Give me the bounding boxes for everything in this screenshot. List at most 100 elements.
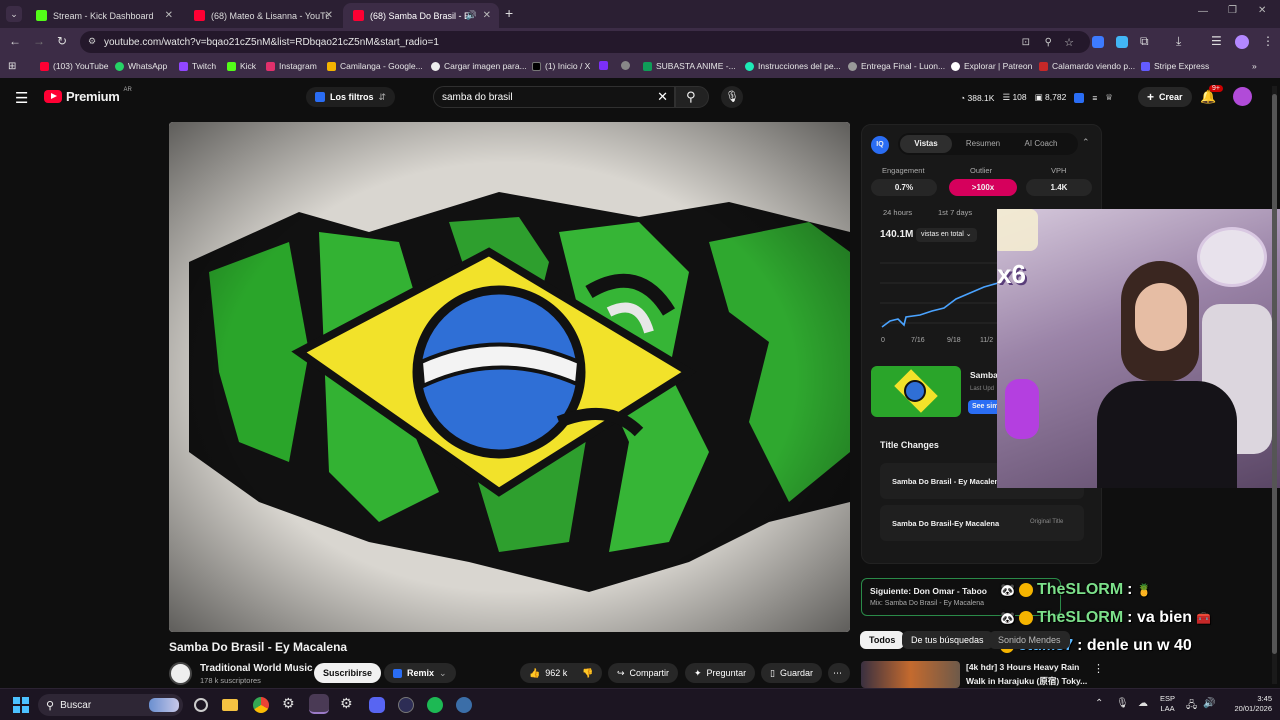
bookmark-patreon[interactable]: Explorar | Patreon [951,61,1032,71]
recommended-more-icon[interactable]: ⋮ [1093,662,1104,675]
tab-samba-do-brasil[interactable]: (68) Samba Do Brasil - Ey M 🔊 ✕ [343,3,499,28]
recommended-title[interactable]: [4k hdr] 3 Hours Heavy Rain [966,662,1079,672]
new-tab-button[interactable]: + [505,5,513,21]
share-button[interactable]: ↪ Compartir [608,663,679,683]
taskbar-search[interactable]: ⚲ Buscar [38,694,183,716]
settings-icon[interactable]: ⚙ [282,695,295,712]
forward-icon[interactable]: → [33,34,45,48]
more-actions-button[interactable]: ⋯ [828,663,850,683]
bookmark-purple[interactable] [599,61,608,70]
language-indicator[interactable]: ESP LAA [1160,694,1175,714]
chrome-icon[interactable] [253,697,269,713]
extension-icon[interactable] [1092,36,1104,48]
bookmark-whatsapp[interactable]: WhatsApp [115,61,167,71]
recommended-thumbnail[interactable] [861,661,960,688]
minimize-icon[interactable]: — [1198,6,1208,17]
create-button[interactable]: + Crear [1138,87,1192,107]
list-icon[interactable]: ≡ [1092,93,1097,103]
bookmark-cargar-imagen[interactable]: Cargar imagen para... [431,61,527,71]
download-icon[interactable]: ⤓ [1176,34,1181,49]
spotify-icon[interactable] [427,697,443,713]
address-bar[interactable]: ⚙ youtube.com/watch?v=bqao21cZ5nM&list=R… [80,31,1090,53]
search-button[interactable]: ⚲ [675,86,709,108]
discord-icon[interactable] [369,697,385,713]
ask-button[interactable]: ✦ Preguntar [685,663,756,683]
bookmarks-overflow-icon[interactable]: » [1252,61,1257,71]
iq-icon[interactable] [1074,92,1085,103]
profile-avatar[interactable] [1235,35,1249,49]
tab-ai-coach[interactable]: AI Coach [1016,139,1066,148]
cloud-tray-icon[interactable]: ☁ [1138,698,1148,709]
site-info-icon[interactable]: ⚙ [88,36,96,47]
steam-icon[interactable] [456,697,472,713]
recommended-title-line2[interactable]: Walk in Harajuku (原宿) Toky... [966,675,1087,687]
bookmark-twitch[interactable]: Twitch [179,61,216,71]
page-scrollbar[interactable] [1272,86,1277,684]
bookmark-x[interactable]: (1) Inicio / X [532,61,590,71]
windows-start-icon[interactable] [13,697,29,713]
clear-search-icon[interactable]: ✕ [657,89,668,105]
collapse-icon[interactable]: ⌃ [1082,137,1090,148]
scrollbar-thumb[interactable] [1272,94,1277,654]
notifications-bell[interactable]: 🔔 9+ [1200,85,1223,105]
zoom-icon[interactable]: ⚲ [1045,37,1052,48]
trophy-icon[interactable]: ♕ [1105,92,1113,103]
window-close-icon[interactable]: ✕ [1258,5,1266,16]
channel-avatar[interactable] [169,662,192,685]
bookmark-instagram[interactable]: Instagram [266,61,317,71]
close-icon[interactable]: ✕ [165,10,173,21]
account-avatar[interactable] [1233,87,1252,106]
audio-icon[interactable]: 🔊 [466,10,477,21]
maximize-icon[interactable]: ❐ [1228,5,1237,16]
tab-kick-dashboard[interactable]: Stream - Kick Dashboard ✕ [26,3,181,28]
tab-mateo-lisanna[interactable]: (68) Mateo & Lisanna - YouTube ✕ [184,3,341,28]
channel-name[interactable]: Traditional World Music [200,663,313,674]
tab-resumen[interactable]: Resumen [958,139,1008,148]
app-icon[interactable] [398,697,414,713]
youtube-logo[interactable]: Premium AR [44,87,132,104]
chip-todos[interactable]: Todos [860,631,905,649]
obs-icon[interactable] [309,694,329,714]
bookmark-calamardo[interactable]: Calamardo viendo p... [1039,61,1135,71]
range-24-hours[interactable]: 24 hours [883,208,912,217]
tab-vistas[interactable]: Vistas [900,135,952,153]
tab-search-icon[interactable]: ⌄ [6,6,22,22]
subscribe-button[interactable]: Suscribirse [314,663,382,683]
bookmark-youtube[interactable]: (103) YouTube [40,61,108,71]
remix-button[interactable]: Remix ⌄ [384,663,456,683]
browser-menu-icon[interactable]: ⋮ [1262,34,1274,48]
bookmark-stripe[interactable]: Stripe Express [1141,61,1209,71]
clock[interactable]: 3:45 20/01/2026 [1222,694,1272,714]
filters-button[interactable]: Los filtros ⇵ [306,87,396,107]
bookmark-camilanga[interactable]: Camilanga - Google... [327,61,423,71]
reading-list-icon[interactable]: ☰ [1211,34,1222,48]
microphone-tray-icon[interactable]: 🎙 [1116,698,1129,709]
close-icon[interactable]: ✕ [325,10,333,21]
volume-icon[interactable]: 🔊 [1203,698,1215,709]
views-type-select[interactable]: vistas en total ⌄ [916,228,977,242]
install-icon[interactable]: ⊡ [1022,37,1030,48]
bookmark-subasta[interactable]: SUBASTA ANIME -... [643,61,736,71]
chip-sonido-mendes[interactable]: Sonido Mendes [989,631,1070,649]
extensions-puzzle-icon[interactable]: ⧉ [1140,34,1149,49]
search-input[interactable]: samba do brasil ✕ [433,86,675,108]
voice-search-button[interactable]: 🎙 [721,86,743,108]
bookmark-instrucciones[interactable]: Instrucciones del pe... [745,61,841,71]
bookmark-entrega-final[interactable]: Entrega Final - Luon... [848,61,945,71]
video-player[interactable] [169,122,850,632]
dislike-button[interactable]: 👎 [573,663,603,683]
back-icon[interactable]: ← [9,34,21,48]
reload-icon[interactable]: ↻ [57,34,67,48]
menu-icon[interactable]: ☰ [15,89,28,107]
range-first-7-days[interactable]: 1st 7 days [938,208,972,217]
close-icon[interactable]: ✕ [483,10,491,21]
like-button[interactable]: 👍 962 k [520,663,577,683]
extension-icon[interactable] [1116,36,1128,48]
bookmark-star-icon[interactable]: ☆ [1064,36,1074,49]
save-button[interactable]: ▯ Guardar [761,663,822,683]
bookmark-kick[interactable]: Kick [227,61,256,71]
apps-icon[interactable]: ⊞ [8,61,16,72]
file-explorer-icon[interactable] [222,699,238,711]
tray-overflow-icon[interactable]: ⌃ [1095,698,1103,709]
bookmark-globe[interactable] [621,61,630,70]
